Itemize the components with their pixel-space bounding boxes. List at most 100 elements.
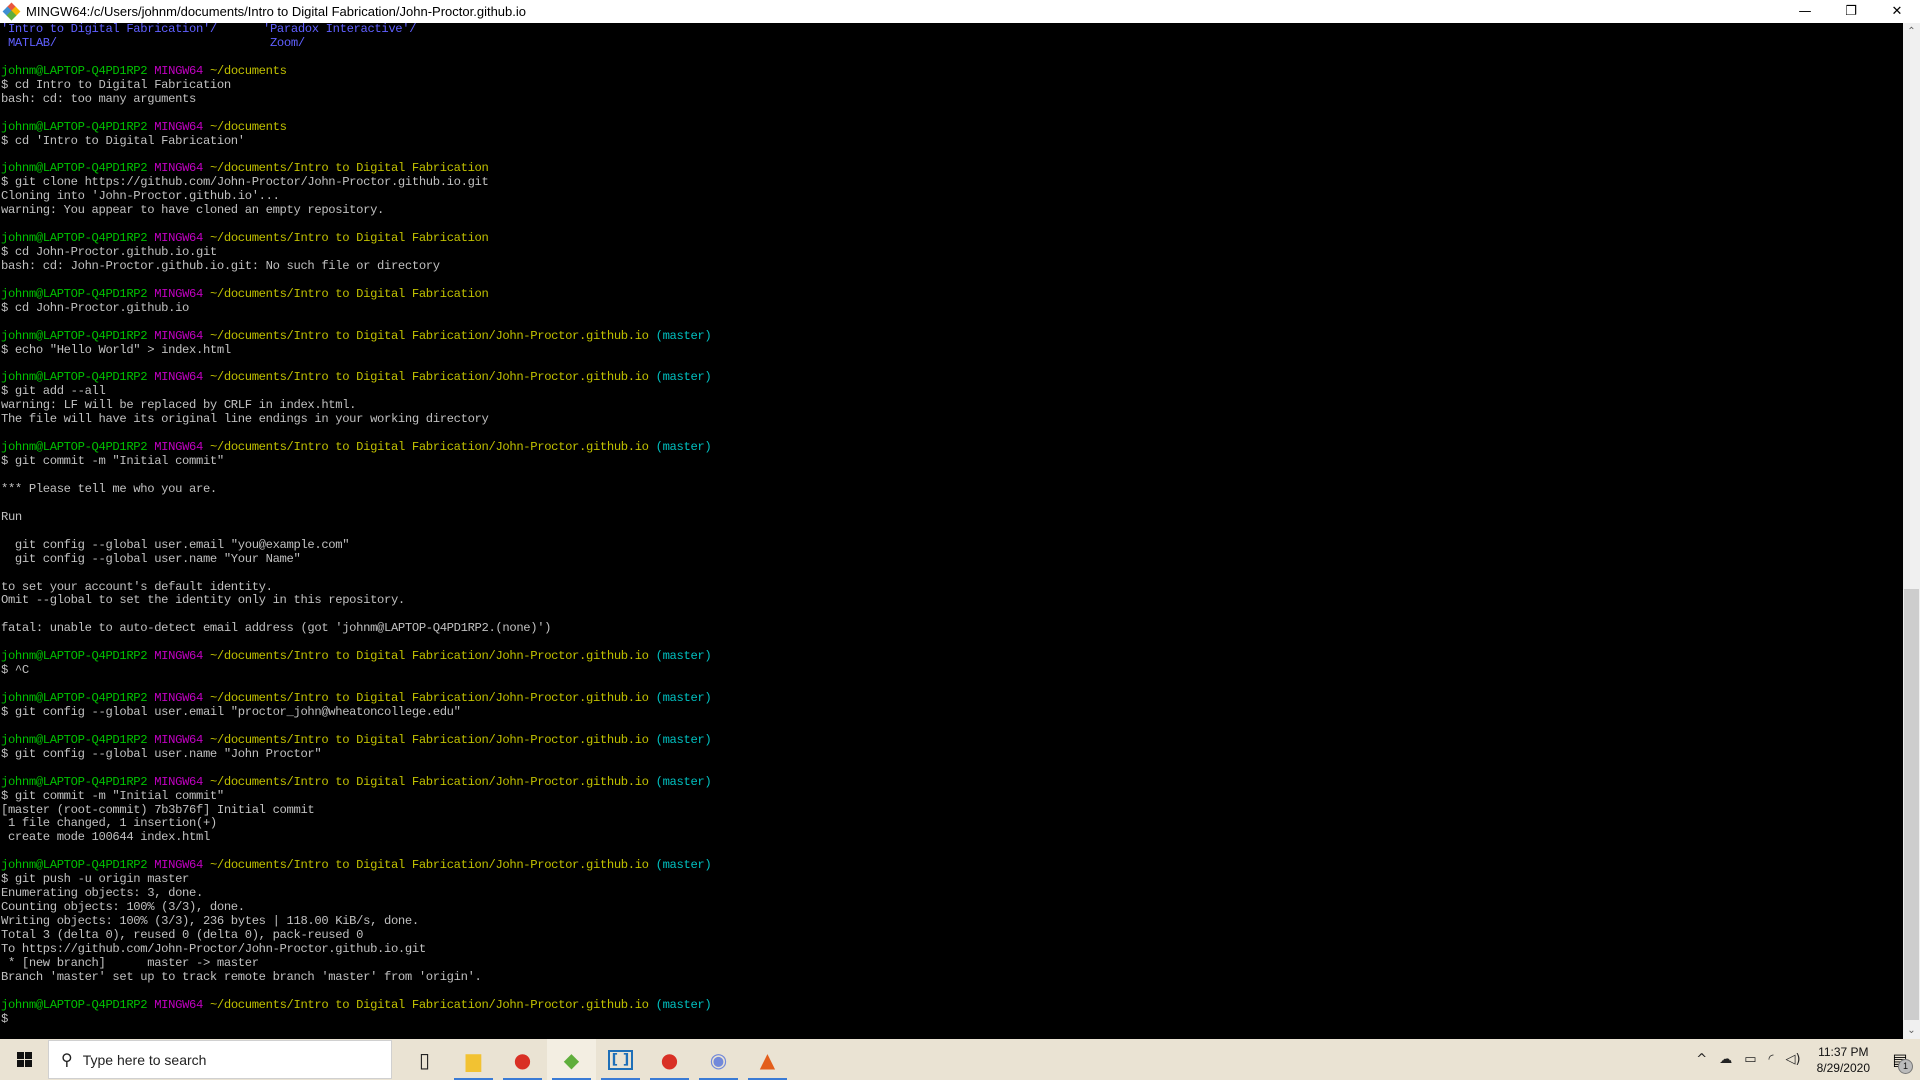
- terminal-line: johnm@LAPTOP-Q4PD1RP2 MINGW64 ~/document…: [1, 774, 712, 790]
- prompt-shell: MINGW64: [154, 858, 203, 873]
- terminal-line: bash: cd: John-Proctor.github.io.git: No…: [1, 258, 440, 273]
- prompt-shell: MINGW64: [154, 286, 203, 301]
- terminal-line: johnm@LAPTOP-Q4PD1RP2 MINGW64 ~/document…: [1, 858, 712, 873]
- scroll-down-arrow[interactable]: ⌄: [1903, 1022, 1920, 1039]
- minimize-button[interactable]: —: [1782, 0, 1828, 23]
- terminal-line: [master (root-commit) 7b3b76f] Initial c…: [1, 802, 315, 817]
- taskbar-app-chrome-2[interactable]: ●: [645, 1039, 694, 1080]
- terminal-line: $ git commit -m "Initial commit": [1, 454, 224, 469]
- terminal-line: $ echo "Hello World" > index.html: [1, 342, 231, 357]
- directory-entry: 'Intro to Digital Fabrication'/: [1, 23, 217, 36]
- prompt-shell: MINGW64: [154, 63, 203, 78]
- title-bar[interactable]: MINGW64:/c/Users/johnm/documents/Intro t…: [0, 0, 1920, 23]
- prompt-path: ~/documents/Intro to Digital Fabrication…: [209, 774, 649, 789]
- terminal-line: johnm@LAPTOP-Q4PD1RP2 MINGW64 ~/document…: [1, 161, 711, 176]
- prompt-git-branch: (master): [655, 691, 712, 705]
- terminal-line: 'Intro to Digital Fabrication'/ 'Paradox …: [1, 23, 711, 37]
- close-button[interactable]: ✕: [1874, 0, 1920, 23]
- prompt-path: ~/documents/Intro to Digital Fabrication…: [209, 649, 649, 664]
- action-center-button[interactable]: ▤ 1: [1880, 1039, 1920, 1080]
- terminal-line: $ cd John-Proctor.github.io.git: [1, 245, 217, 259]
- terminal-line: $: [1, 1011, 8, 1026]
- terminal-line: Total 3 (delta 0), reused 0 (delta 0), p…: [1, 927, 364, 942]
- git-gui-icon: ◆: [563, 1047, 580, 1072]
- prompt-shell: MINGW64: [154, 370, 203, 385]
- show-hidden-icons-chevron[interactable]: ^: [1696, 1052, 1707, 1067]
- prompt-shell: MINGW64: [154, 997, 203, 1012]
- prompt-shell: MINGW64: [154, 161, 203, 176]
- terminal-line: johnm@LAPTOP-Q4PD1RP2 MINGW64 ~/document…: [1, 691, 712, 706]
- terminal-line: johnm@LAPTOP-Q4PD1RP2 MINGW64 ~/document…: [1, 440, 712, 455]
- volume-icon[interactable]: ◁): [1786, 1052, 1801, 1067]
- terminal-line: warning: You appear to have cloned an em…: [1, 203, 385, 218]
- prompt-user-host: johnm@LAPTOP-Q4PD1RP2: [1, 691, 148, 705]
- terminal-line: Cloning into 'John-Proctor.github.io'...: [1, 189, 280, 204]
- terminal-line: $ git config --global user.email "procto…: [1, 704, 461, 719]
- directory-entry: 'Paradox Interactive'/: [263, 23, 417, 36]
- terminal-line: johnm@LAPTOP-Q4PD1RP2 MINGW64 ~/document…: [1, 997, 712, 1013]
- taskbar-app-task-view[interactable]: ▯: [400, 1039, 449, 1080]
- window-title: MINGW64:/c/Users/johnm/documents/Intro t…: [26, 4, 526, 19]
- terminal-line: $ cd 'Intro to Digital Fabrication': [1, 133, 245, 148]
- prompt-path: ~/documents/Intro to Digital Fabrication…: [209, 858, 649, 873]
- terminal-line: Omit --global to set the identity only i…: [1, 593, 405, 608]
- chrome-icon: ●: [513, 1047, 532, 1072]
- battery-icon[interactable]: ▭: [1744, 1052, 1756, 1067]
- prompt-shell: MINGW64: [154, 440, 203, 455]
- prompt-path: ~/documents/Intro to Digital Fabrication…: [209, 691, 649, 705]
- prompt-user-host: johnm@LAPTOP-Q4PD1RP2: [1, 231, 148, 246]
- wifi-icon[interactable]: ◜: [1768, 1052, 1773, 1067]
- terminal-line: git config --global user.name "Your Name…: [1, 551, 301, 566]
- task-view-icon: ▯: [418, 1047, 430, 1072]
- prompt-user-host: johnm@LAPTOP-Q4PD1RP2: [1, 370, 148, 385]
- taskbar-app-chrome[interactable]: ●: [498, 1039, 547, 1080]
- clock[interactable]: 11:37 PM 8/29/2020: [1817, 1044, 1870, 1076]
- clock-time: 11:37 PM: [1818, 1044, 1869, 1059]
- vertical-scrollbar[interactable]: ⌃ ⌄: [1903, 23, 1920, 1039]
- terminal-area[interactable]: 'Intro to Digital Fabrication'/ 'Paradox …: [0, 23, 1903, 1039]
- matlab-icon: ▲: [759, 1047, 776, 1072]
- prompt-git-branch: (master): [655, 732, 712, 747]
- taskbar-app-brackets[interactable]: [ ]: [596, 1039, 645, 1080]
- terminal-line: $ cd John-Proctor.github.io: [1, 300, 190, 315]
- terminal-line: MATLAB/ Zoom/: [1, 35, 711, 51]
- terminal-line: johnm@LAPTOP-Q4PD1RP2 MINGW64 ~/document…: [1, 286, 711, 302]
- prompt-path: ~/documents/Intro to Digital Fabrication…: [209, 440, 649, 455]
- terminal-line: bash: cd: too many arguments: [1, 91, 196, 106]
- taskbar: ⚲ Type here to search ▯ ▆ ● ◆ [ ] ● ◉ ▲ ^ ☁ ▭ ◜…: [0, 1039, 1920, 1080]
- file-explorer-icon: ▆: [465, 1047, 482, 1072]
- terminal-line: $ git config --global user.name "John Pr…: [1, 746, 322, 761]
- terminal-output: 'Intro to Digital Fabrication'/ 'Paradox …: [1, 23, 712, 1027]
- directory-entry: MATLAB/: [1, 35, 57, 50]
- prompt-user-host: johnm@LAPTOP-Q4PD1RP2: [1, 161, 148, 176]
- search-icon: ⚲: [61, 1050, 73, 1069]
- prompt-user-host: johnm@LAPTOP-Q4PD1RP2: [1, 997, 148, 1012]
- onedrive-icon[interactable]: ☁: [1719, 1052, 1732, 1067]
- taskbar-app-git-gui[interactable]: ◆: [547, 1039, 596, 1080]
- terminal-line: create mode 100644 index.html: [1, 830, 210, 845]
- scrollbar-thumb[interactable]: [1904, 589, 1919, 1020]
- restore-button[interactable]: ❐: [1828, 0, 1874, 23]
- taskbar-app-matlab[interactable]: ▲: [743, 1039, 792, 1080]
- terminal-line: Counting objects: 100% (3/3), done.: [1, 900, 245, 915]
- terminal-line: to set your account's default identity.: [1, 579, 273, 594]
- terminal-line: *** Please tell me who you are.: [1, 481, 217, 496]
- terminal-line: Writing objects: 100% (3/3), 236 bytes |…: [1, 914, 419, 928]
- terminal-line: $ git push -u origin master: [1, 872, 190, 887]
- terminal-line: Branch 'master' set up to track remote b…: [1, 969, 482, 984]
- prompt-shell: MINGW64: [154, 649, 203, 664]
- scroll-up-arrow[interactable]: ⌃: [1903, 23, 1920, 40]
- taskbar-search-box[interactable]: ⚲ Type here to search: [48, 1040, 392, 1079]
- taskbar-app-discord[interactable]: ◉: [694, 1039, 743, 1080]
- terminal-line: johnm@LAPTOP-Q4PD1RP2 MINGW64 ~/document…: [1, 329, 712, 344]
- taskbar-app-file-explorer[interactable]: ▆: [449, 1039, 498, 1080]
- start-button[interactable]: [0, 1039, 48, 1080]
- prompt-shell: MINGW64: [154, 231, 203, 246]
- prompt-path: ~/documents/Intro to Digital Fabrication…: [209, 997, 649, 1012]
